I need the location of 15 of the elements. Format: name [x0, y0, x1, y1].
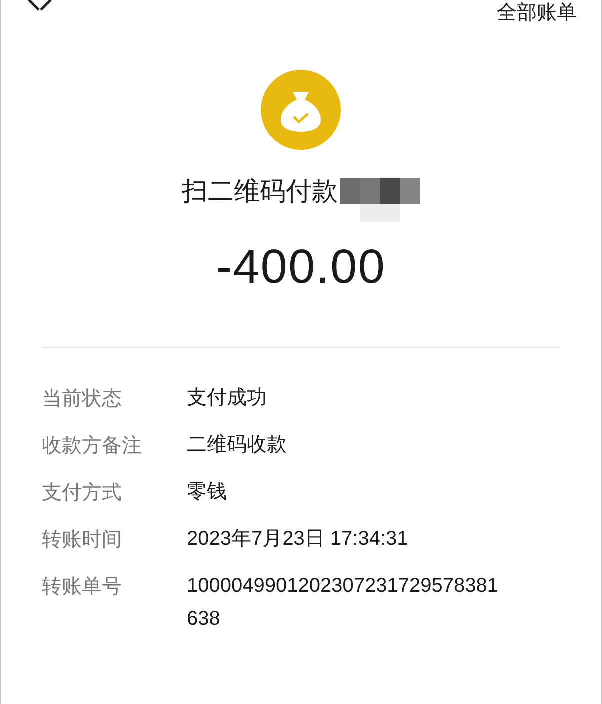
detail-label: 转账单号: [42, 573, 123, 600]
detail-label: 当前状态: [42, 385, 123, 412]
detail-value: 二维码收款: [187, 433, 288, 458]
detail-label: 转账时间: [42, 526, 123, 553]
detail-value: 支付成功: [187, 386, 268, 411]
detail-value: 零钱: [187, 480, 228, 505]
detail-value: 2023年7月23日 17:34:31: [187, 527, 410, 552]
detail-label: 收款方备注: [42, 432, 143, 459]
payment-title: 扫二维码付款: [182, 176, 338, 209]
detail-label: 支付方式: [42, 479, 123, 506]
close-icon[interactable]: [27, 0, 55, 12]
money-bag-icon: [261, 70, 341, 150]
detail-value: 1000049901202307231729578381638: [187, 574, 500, 632]
amount-text: -400.00: [216, 240, 386, 295]
all-bills-link[interactable]: 全部账单: [497, 0, 577, 24]
